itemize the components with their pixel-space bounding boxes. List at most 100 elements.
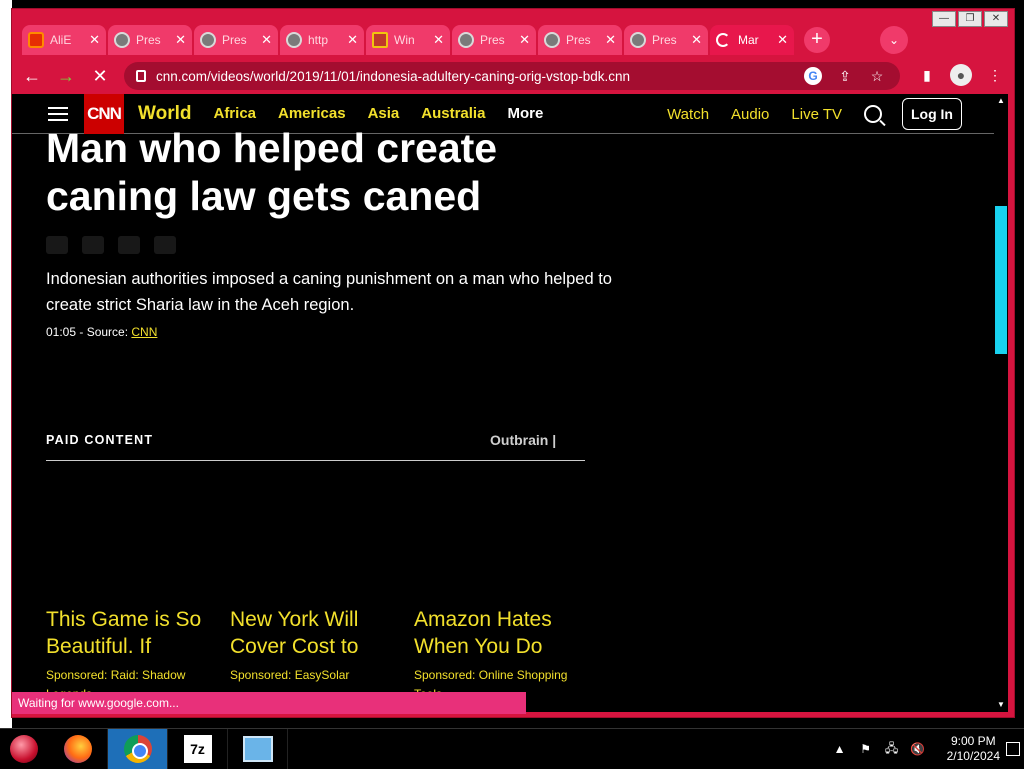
link-icon[interactable] xyxy=(154,236,176,254)
close-tab-icon[interactable]: ✕ xyxy=(261,32,272,48)
clock-time: 9:00 PM xyxy=(950,734,996,748)
new-tab-button[interactable]: + xyxy=(804,27,830,53)
globe-icon xyxy=(630,32,646,48)
tab-win[interactable]: Win ✕ xyxy=(366,25,450,55)
hamburger-menu-icon[interactable] xyxy=(48,103,68,125)
network-icon[interactable]: 🖧 xyxy=(883,739,901,760)
menu-kebab-icon[interactable]: ⋮ xyxy=(984,64,1006,86)
card-title[interactable]: Amazon Hates When You Do xyxy=(414,606,576,660)
tray-overflow-icon[interactable]: ▲ xyxy=(831,742,849,756)
clock-date: 2/10/2024 xyxy=(946,749,1000,763)
flag-icon[interactable]: ⚑ xyxy=(857,742,875,756)
tab-pres-3[interactable]: Pres ✕ xyxy=(452,25,536,55)
url-text[interactable]: cnn.com/videos/world/2019/11/01/indonesi… xyxy=(156,69,804,84)
sponsored-card[interactable]: Amazon Hates When You Do Sponsored: Onli… xyxy=(414,606,576,704)
windows-icon xyxy=(372,32,388,48)
status-bubble: Waiting for www.google.com... xyxy=(12,692,526,714)
window-controls: — ❐ ✕ xyxy=(932,11,1008,27)
side-panel-icon[interactable]: ▮ xyxy=(916,64,938,86)
globe-icon xyxy=(200,32,216,48)
facebook-icon[interactable] xyxy=(46,236,68,254)
card-title[interactable]: This Game is So Beautiful. If xyxy=(46,606,208,660)
scroll-up-arrow-icon[interactable]: ▲ xyxy=(994,94,1008,108)
tab-pres-5[interactable]: Pres ✕ xyxy=(624,25,708,55)
outbrain-logo[interactable]: Outbrain | xyxy=(490,432,556,448)
close-tab-icon[interactable]: ✕ xyxy=(777,32,788,48)
nav-link-africa[interactable]: Africa xyxy=(213,105,256,122)
nav-link-live-tv[interactable]: Live TV xyxy=(791,106,842,123)
nav-link-asia[interactable]: Asia xyxy=(368,105,400,122)
chrome-icon xyxy=(123,734,152,763)
close-tab-icon[interactable]: ✕ xyxy=(347,32,358,48)
browser-toolbar: ← → ✕ cnn.com/videos/world/2019/11/01/in… xyxy=(12,58,1014,94)
scroll-down-arrow-icon[interactable]: ▼ xyxy=(994,698,1008,712)
tab-pres-4[interactable]: Pres ✕ xyxy=(538,25,622,55)
tab-pres-2[interactable]: Pres ✕ xyxy=(194,25,278,55)
scrollbar-thumb[interactable] xyxy=(995,206,1007,354)
page-scrollbar[interactable]: ▲ ▼ xyxy=(994,94,1008,712)
taskbar-7zip[interactable]: 7z xyxy=(168,728,228,769)
stop-loading-button[interactable]: ✕ xyxy=(86,62,114,90)
globe-icon xyxy=(458,32,474,48)
twitter-icon[interactable] xyxy=(82,236,104,254)
card-sponsor[interactable]: Sponsored: EasySolar xyxy=(230,666,392,685)
login-button[interactable]: Log In xyxy=(902,98,962,130)
tab-http[interactable]: http ✕ xyxy=(280,25,364,55)
source-link[interactable]: CNN xyxy=(131,325,157,339)
sponsored-card[interactable]: New York Will Cover Cost to Sponsored: E… xyxy=(230,606,392,704)
sponsored-card[interactable]: This Game is So Beautiful. If Sponsored:… xyxy=(46,606,208,704)
volume-muted-icon[interactable]: 🔇 xyxy=(909,742,927,756)
taskbar-control-panel[interactable] xyxy=(228,728,288,769)
search-icon[interactable] xyxy=(864,105,882,123)
tab-pres-1[interactable]: Pres ✕ xyxy=(108,25,192,55)
google-icon[interactable]: G xyxy=(804,67,822,85)
nav-link-americas[interactable]: Americas xyxy=(278,105,346,122)
close-window-button[interactable]: ✕ xyxy=(984,11,1008,27)
profile-avatar[interactable]: ● xyxy=(950,64,972,86)
forward-button[interactable]: → xyxy=(52,62,80,90)
nav-link-audio[interactable]: Audio xyxy=(731,106,769,123)
share-bar xyxy=(46,236,176,254)
duration-source-text: 01:05 - Source: xyxy=(46,325,132,339)
share-icon[interactable]: ⇪ xyxy=(836,67,854,85)
close-tab-icon[interactable]: ✕ xyxy=(605,32,616,48)
lock-icon[interactable] xyxy=(136,70,146,82)
clock[interactable]: 9:00 PM 2/10/2024 xyxy=(947,734,1000,764)
back-button[interactable]: ← xyxy=(18,62,46,90)
close-tab-icon[interactable]: ✕ xyxy=(519,32,530,48)
headline-line-1: Man who helped create xyxy=(46,125,498,171)
globe-icon xyxy=(114,32,130,48)
tab-search-button[interactable]: ⌄ xyxy=(880,26,908,54)
aliexpress-icon xyxy=(28,32,44,48)
tab-label: Win xyxy=(394,33,415,47)
tab-active-cnn[interactable]: Mar ✕ xyxy=(710,25,794,55)
system-tray: ▲ ⚑ 🖧 🔇 9:00 PM 2/10/2024 xyxy=(831,729,1024,769)
taskbar-firefox[interactable] xyxy=(48,728,108,769)
nav-link-australia[interactable]: Australia xyxy=(421,105,485,122)
tab-label: Pres xyxy=(222,33,247,47)
divider xyxy=(46,460,585,461)
section-title[interactable]: World xyxy=(138,103,191,125)
card-title[interactable]: New York Will Cover Cost to xyxy=(230,606,392,660)
close-tab-icon[interactable]: ✕ xyxy=(175,32,186,48)
video-meta: 01:05 - Source: CNN xyxy=(46,325,157,339)
close-tab-icon[interactable]: ✕ xyxy=(89,32,100,48)
taskbar-chrome[interactable] xyxy=(108,728,168,769)
address-bar[interactable]: cnn.com/videos/world/2019/11/01/indonesi… xyxy=(124,62,900,90)
close-tab-icon[interactable]: ✕ xyxy=(433,32,444,48)
minimize-button[interactable]: — xyxy=(932,11,956,27)
maximize-button[interactable]: ❐ xyxy=(958,11,982,27)
tab-aliexpress[interactable]: AliE ✕ xyxy=(22,25,106,55)
tab-label: http xyxy=(308,33,329,47)
nav-link-more[interactable]: More xyxy=(507,105,543,122)
nav-link-watch[interactable]: Watch xyxy=(667,106,709,123)
headline-line-2: caning law gets caned xyxy=(46,173,482,219)
start-button[interactable] xyxy=(0,729,48,769)
bookmark-star-icon[interactable]: ☆ xyxy=(868,67,886,85)
tab-label: Pres xyxy=(566,33,591,47)
tab-label: AliE xyxy=(50,33,72,47)
email-icon[interactable] xyxy=(118,236,140,254)
tab-strip: AliE ✕ Pres ✕ Pres ✕ http ✕ Win ✕ Pres ✕ xyxy=(22,24,830,56)
show-desktop-button[interactable] xyxy=(1006,742,1020,756)
close-tab-icon[interactable]: ✕ xyxy=(691,32,702,48)
